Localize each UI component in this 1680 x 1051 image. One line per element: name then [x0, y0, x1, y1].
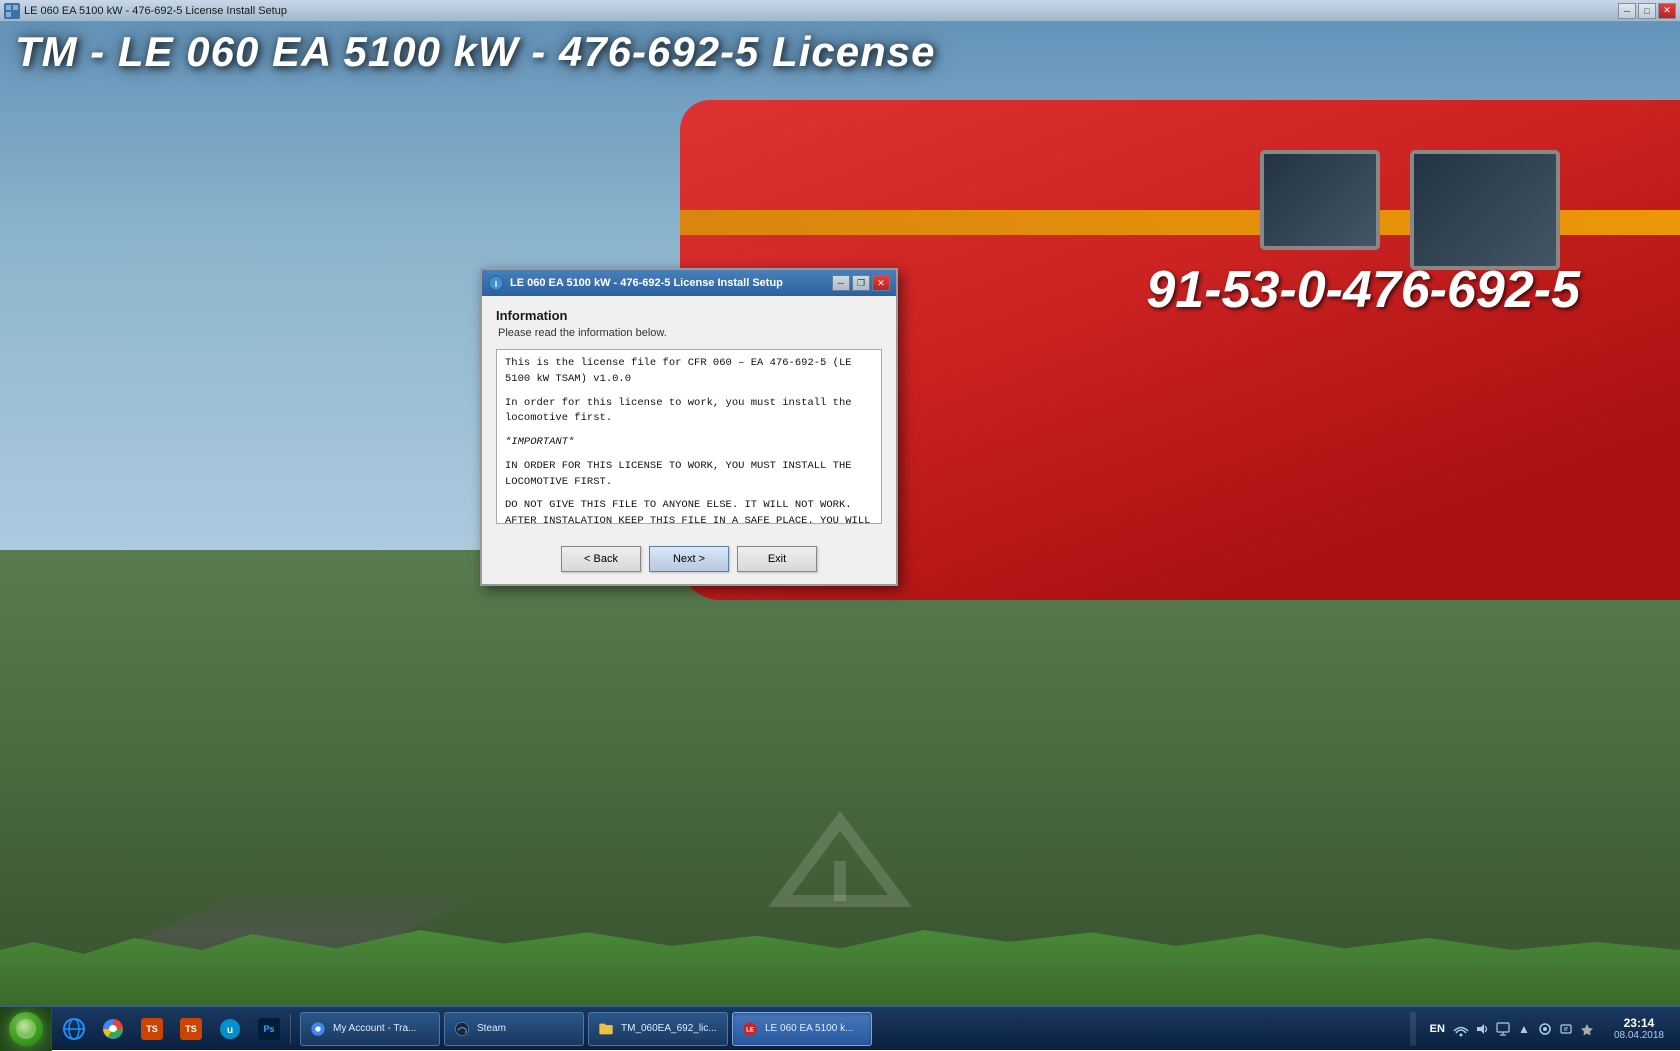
show-desktop-button[interactable]: [1410, 1012, 1416, 1046]
window-maximize-button[interactable]: □: [1638, 3, 1656, 19]
dialog-info-textbox[interactable]: This is the license file for CFR 060 – E…: [496, 349, 882, 524]
taskbar-right: EN ▲ 23:14 08.04.201: [1410, 1007, 1672, 1050]
back-button[interactable]: < Back: [561, 546, 641, 572]
next-button[interactable]: Next >: [649, 546, 729, 572]
folder-icon: [597, 1020, 615, 1038]
taskbar: TS TS u Ps My Account - Tra... Steam: [0, 1006, 1680, 1050]
tm-lic-label: TM_060EA_692_lic...: [621, 1023, 719, 1034]
taskbar-pinned-apps: TS TS u Ps: [56, 1007, 287, 1050]
dialog-titlebar: i LE 060 EA 5100 kW - 476-692-5 License …: [482, 270, 896, 296]
taskbar-steam-item[interactable]: Steam: [444, 1012, 584, 1046]
taskbar-divider: [290, 1014, 291, 1044]
systray-icon-2[interactable]: [1536, 1020, 1554, 1038]
taskbar-installer-item[interactable]: LE LE 060 EA 5100 k...: [732, 1012, 872, 1046]
desktop-title: TM - LE 060 EA 5100 kW - 476-692-5 Licen…: [15, 28, 936, 76]
system-tray: EN ▲: [1420, 1007, 1602, 1050]
svg-text:u: u: [227, 1025, 233, 1036]
taskbar-running-apps: My Account - Tra... Steam TM_060EA_692_l…: [300, 1007, 1410, 1050]
taskbar-ts2-icon[interactable]: TS: [173, 1011, 209, 1047]
svg-text:i: i: [495, 279, 498, 289]
systray-network-icon[interactable]: [1452, 1020, 1470, 1038]
dialog-close-button[interactable]: ✕: [872, 275, 890, 291]
train-number: 91-53-0-476-692-5: [1146, 260, 1580, 320]
chrome-myaccount-icon: [309, 1020, 327, 1038]
clock-date: 08.04.2018: [1614, 1030, 1664, 1041]
window-icon: [4, 3, 20, 19]
systray-volume-icon[interactable]: [1473, 1020, 1491, 1038]
window-minimize-button[interactable]: ─: [1618, 3, 1636, 19]
dialog-button-bar: < Back Next > Exit: [482, 536, 896, 584]
installer-dialog: i LE 060 EA 5100 kW - 476-692-5 License …: [480, 268, 898, 586]
systray-icon-3[interactable]: [1557, 1020, 1575, 1038]
start-orb: [9, 1012, 43, 1046]
os-titlebar: LE 060 EA 5100 kW - 476-692-5 License In…: [0, 0, 1680, 22]
systray-icon-4[interactable]: [1578, 1020, 1596, 1038]
taskbar-uplay-icon[interactable]: u: [212, 1011, 248, 1047]
taskbar-ts1-icon[interactable]: TS: [134, 1011, 170, 1047]
language-indicator[interactable]: EN: [1426, 1023, 1449, 1035]
dialog-window-controls: ─ ❐ ✕: [832, 275, 890, 291]
start-button[interactable]: [0, 1007, 52, 1051]
installer-icon: LE: [741, 1020, 759, 1038]
clock[interactable]: 23:14 08.04.2018: [1606, 1007, 1672, 1050]
info-line5: DO NOT GIVE THIS FILE TO ANYONE ELSE. IT…: [505, 498, 873, 524]
dialog-section-title: Information: [496, 308, 882, 323]
taskbar-chrome-icon[interactable]: [95, 1011, 131, 1047]
taskbar-ie-icon[interactable]: [56, 1011, 92, 1047]
svg-text:LE: LE: [746, 1027, 754, 1033]
dialog-content: Information Please read the information …: [482, 296, 896, 536]
chrome-myaccount-label: My Account - Tra...: [333, 1023, 431, 1034]
systray-action-center-icon[interactable]: [1494, 1020, 1512, 1038]
dialog-title: LE 060 EA 5100 kW - 476-692-5 License In…: [510, 277, 783, 289]
company-logo: [760, 811, 920, 930]
dialog-restore-button[interactable]: ❐: [852, 275, 870, 291]
info-line2: In order for this license to work, you m…: [505, 396, 873, 428]
installer-label: LE 060 EA 5100 k...: [765, 1023, 863, 1034]
info-line3: *IMPORTANT*: [505, 435, 873, 451]
taskbar-tm-lic-item[interactable]: TM_060EA_692_lic...: [588, 1012, 728, 1046]
systray-arrow-icon[interactable]: ▲: [1515, 1020, 1533, 1038]
dialog-icon: i: [488, 275, 504, 291]
info-line1: This is the license file for CFR 060 – E…: [505, 356, 873, 388]
info-line4: IN ORDER FOR THIS LICENSE TO WORK, YOU M…: [505, 459, 873, 491]
dialog-minimize-button[interactable]: ─: [832, 275, 850, 291]
dialog-subtitle: Please read the information below.: [498, 327, 882, 339]
start-orb-inner: [16, 1019, 36, 1039]
taskbar-ps-icon[interactable]: Ps: [251, 1011, 287, 1047]
clock-time: 23:14: [1624, 1016, 1655, 1030]
window-close-button[interactable]: ✕: [1658, 3, 1676, 19]
window-controls: ─ □ ✕: [1618, 3, 1676, 19]
exit-button[interactable]: Exit: [737, 546, 817, 572]
taskbar-chrome-myaccount[interactable]: My Account - Tra...: [300, 1012, 440, 1046]
window-title: LE 060 EA 5100 kW - 476-692-5 License In…: [24, 5, 1618, 17]
steam-icon: [453, 1020, 471, 1038]
steam-label: Steam: [477, 1023, 575, 1034]
